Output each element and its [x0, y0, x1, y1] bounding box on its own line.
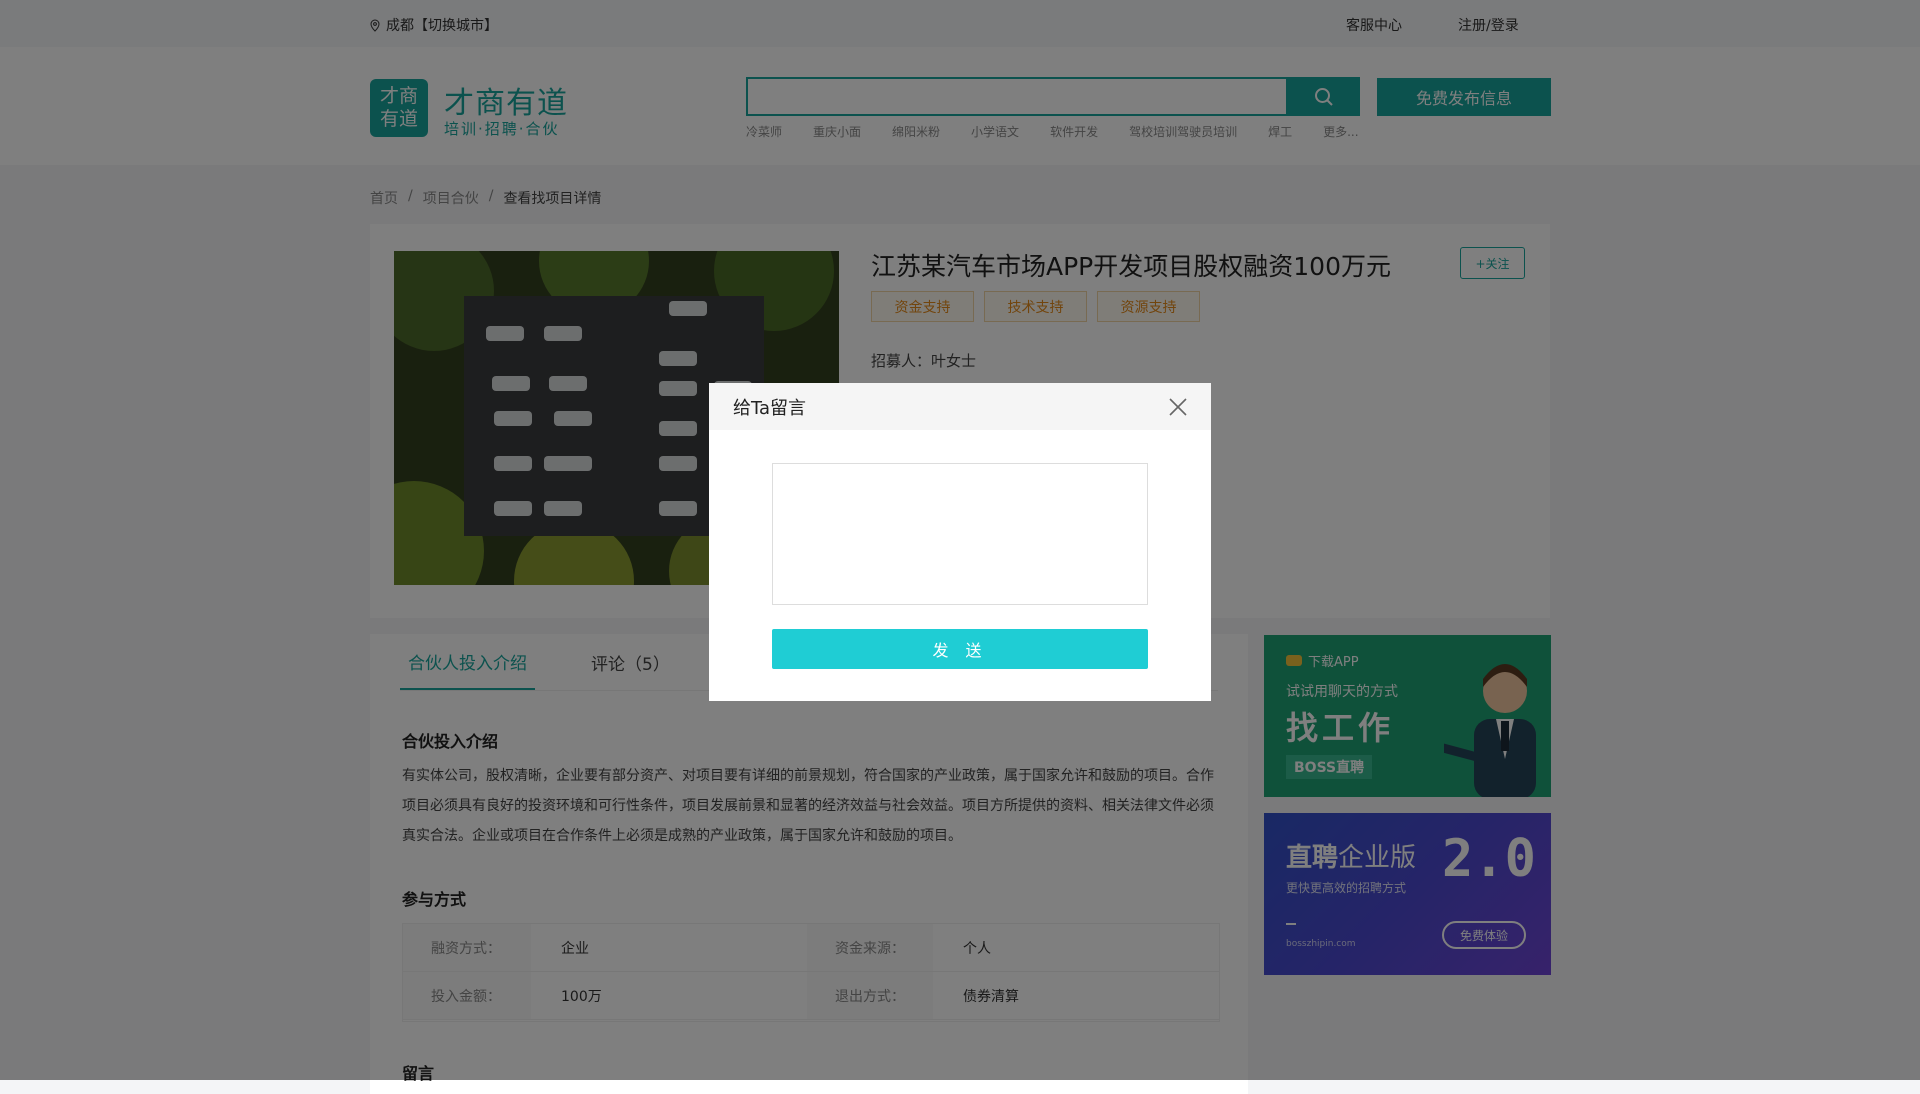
- dialog-header: 给Ta留言: [709, 383, 1211, 430]
- message-textarea[interactable]: [772, 463, 1148, 605]
- dialog-title: 给Ta留言: [733, 397, 807, 419]
- message-dialog: 给Ta留言 发 送: [709, 383, 1211, 701]
- send-button[interactable]: 发 送: [772, 629, 1148, 669]
- close-icon: [1169, 397, 1187, 416]
- close-button[interactable]: [1167, 396, 1189, 418]
